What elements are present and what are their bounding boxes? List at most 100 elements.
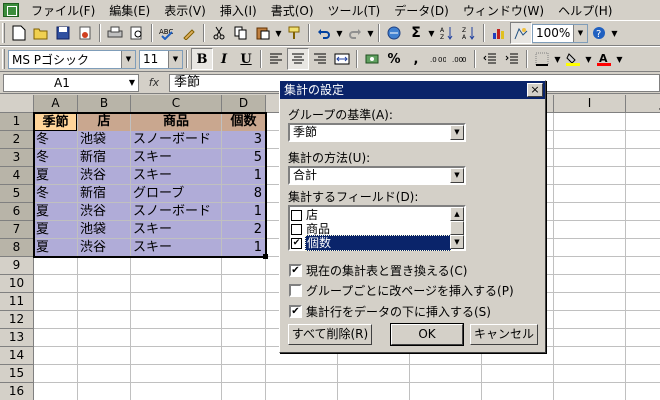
borders-icon[interactable] (531, 48, 553, 70)
font-color-icon[interactable]: A (593, 48, 615, 70)
field-checkbox[interactable] (291, 209, 302, 221)
align-left-icon[interactable] (265, 48, 287, 70)
column-header-j[interactable]: J (626, 95, 660, 113)
excel-app-icon[interactable] (3, 3, 19, 17)
font-name-combo[interactable]: MS Pゴシック ▼ (8, 49, 136, 69)
ok-button[interactable]: OK (390, 323, 464, 346)
field-checkbox-checked[interactable]: ✔ (291, 237, 302, 249)
group-by-select[interactable]: 季節 ▼ (288, 123, 466, 142)
column-header-i[interactable]: I (554, 95, 626, 113)
column-header-a[interactable]: A (34, 95, 78, 113)
cut-icon[interactable] (208, 22, 230, 44)
sort-descending-icon[interactable]: ZA (458, 22, 480, 44)
field-item-product[interactable]: 商品 (291, 222, 451, 236)
chevron-down-icon[interactable]: ▼ (450, 125, 464, 140)
sort-ascending-icon[interactable]: AZ (436, 22, 458, 44)
insert-function-icon[interactable]: fx (139, 76, 169, 89)
align-right-icon[interactable] (309, 48, 331, 70)
comma-button[interactable]: , (405, 48, 427, 70)
print-preview-icon[interactable] (126, 22, 148, 44)
cancel-button[interactable]: キャンセル (470, 324, 538, 345)
field-checkbox[interactable] (291, 223, 302, 235)
row-header-15[interactable]: 15 (0, 365, 34, 383)
hyperlink-icon[interactable] (383, 22, 405, 44)
copy-icon[interactable] (230, 22, 252, 44)
row-header-14[interactable]: 14 (0, 347, 34, 365)
save-icon[interactable] (52, 22, 74, 44)
menu-window[interactable]: ウィンドウ(W) (456, 2, 551, 19)
chevron-down-icon[interactable]: ▼ (168, 50, 182, 68)
toolbar-grip[interactable] (2, 49, 5, 69)
redo-dropdown-icon[interactable]: ▼ (366, 29, 375, 38)
page-break-option[interactable]: グループごとに改ページを挿入する(P) (289, 282, 514, 299)
column-header-c[interactable]: C (131, 95, 222, 113)
research-icon[interactable] (178, 22, 200, 44)
menu-tools[interactable]: ツール(T) (321, 2, 388, 19)
fill-color-dropdown-icon[interactable]: ▼ (584, 55, 593, 64)
chevron-down-icon[interactable]: ▼ (121, 50, 135, 68)
row-header-2[interactable]: 2 (0, 131, 34, 149)
fill-color-icon[interactable] (562, 48, 584, 70)
row-header-13[interactable]: 13 (0, 329, 34, 347)
undo-dropdown-icon[interactable]: ▼ (335, 29, 344, 38)
open-folder-icon[interactable] (30, 22, 52, 44)
permission-icon[interactable] (74, 22, 96, 44)
scroll-thumb[interactable] (450, 221, 464, 235)
help-icon[interactable]: ? (588, 22, 610, 44)
replace-current-checkbox[interactable]: ✔ (289, 264, 302, 277)
row-header-7[interactable]: 7 (0, 221, 34, 239)
page-break-checkbox[interactable] (289, 284, 302, 297)
close-button[interactable]: × (527, 83, 543, 97)
increase-decimal-icon[interactable]: .0 00 (427, 48, 449, 70)
menu-data[interactable]: データ(D) (387, 2, 456, 19)
autosum-dropdown-icon[interactable]: ▼ (427, 29, 436, 38)
undo-icon[interactable] (313, 22, 335, 44)
row-header-4[interactable]: 4 (0, 167, 34, 185)
select-all-corner[interactable] (0, 95, 34, 113)
field-item-count[interactable]: ✔ 個数 (291, 235, 451, 251)
autosum-icon[interactable]: Σ (405, 22, 427, 44)
menu-edit[interactable]: 編集(E) (102, 2, 157, 19)
row-header-1[interactable]: 1 (0, 113, 34, 131)
menu-file[interactable]: ファイル(F) (24, 2, 102, 19)
row-header-5[interactable]: 5 (0, 185, 34, 203)
row-header-8[interactable]: 8 (0, 239, 34, 257)
menu-format[interactable]: 書式(O) (264, 2, 321, 19)
dialog-title-bar[interactable]: 集計の設定 × (280, 81, 545, 99)
remove-all-button[interactable]: すべて削除(R) (288, 324, 372, 345)
percent-button[interactable]: % (383, 48, 405, 70)
row-header-9[interactable]: 9 (0, 257, 34, 275)
function-select[interactable]: 合計 ▼ (288, 166, 466, 185)
borders-dropdown-icon[interactable]: ▼ (553, 55, 562, 64)
menu-help[interactable]: ヘルプ(H) (551, 2, 619, 19)
redo-icon[interactable] (344, 22, 366, 44)
increase-indent-icon[interactable] (501, 48, 523, 70)
field-item-store[interactable]: 店 (291, 208, 451, 222)
row-header-10[interactable]: 10 (0, 275, 34, 293)
paste-icon[interactable] (252, 22, 274, 44)
paste-dropdown-icon[interactable]: ▼ (274, 29, 283, 38)
row-header-6[interactable]: 6 (0, 203, 34, 221)
spelling-icon[interactable]: ABC (156, 22, 178, 44)
drawing-icon[interactable] (510, 22, 532, 44)
column-header-b[interactable]: B (78, 95, 131, 113)
row-header-3[interactable]: 3 (0, 149, 34, 167)
zoom-combo[interactable]: 100% ▼ (532, 23, 588, 43)
chart-wizard-icon[interactable] (488, 22, 510, 44)
new-file-icon[interactable] (8, 22, 30, 44)
format-painter-icon[interactable] (283, 22, 305, 44)
toolbar-options-icon[interactable]: ▼ (610, 29, 619, 38)
print-icon[interactable] (104, 22, 126, 44)
menu-insert[interactable]: 挿入(I) (213, 2, 264, 19)
replace-current-option[interactable]: ✔ 現在の集計表と置き換える(C) (289, 262, 467, 279)
toolbar-grip[interactable] (2, 23, 5, 43)
decrease-decimal-icon[interactable]: .00 0 (449, 48, 471, 70)
align-center-icon[interactable] (287, 48, 309, 70)
summary-below-checkbox[interactable]: ✔ (289, 305, 302, 318)
font-color-dropdown-icon[interactable]: ▼ (615, 55, 624, 64)
row-header-16[interactable]: 16 (0, 383, 34, 400)
chevron-down-icon[interactable]: ▼ (126, 78, 138, 87)
menu-view[interactable]: 表示(V) (157, 2, 213, 19)
currency-icon[interactable] (361, 48, 383, 70)
scroll-up-icon[interactable]: ▲ (450, 207, 464, 221)
